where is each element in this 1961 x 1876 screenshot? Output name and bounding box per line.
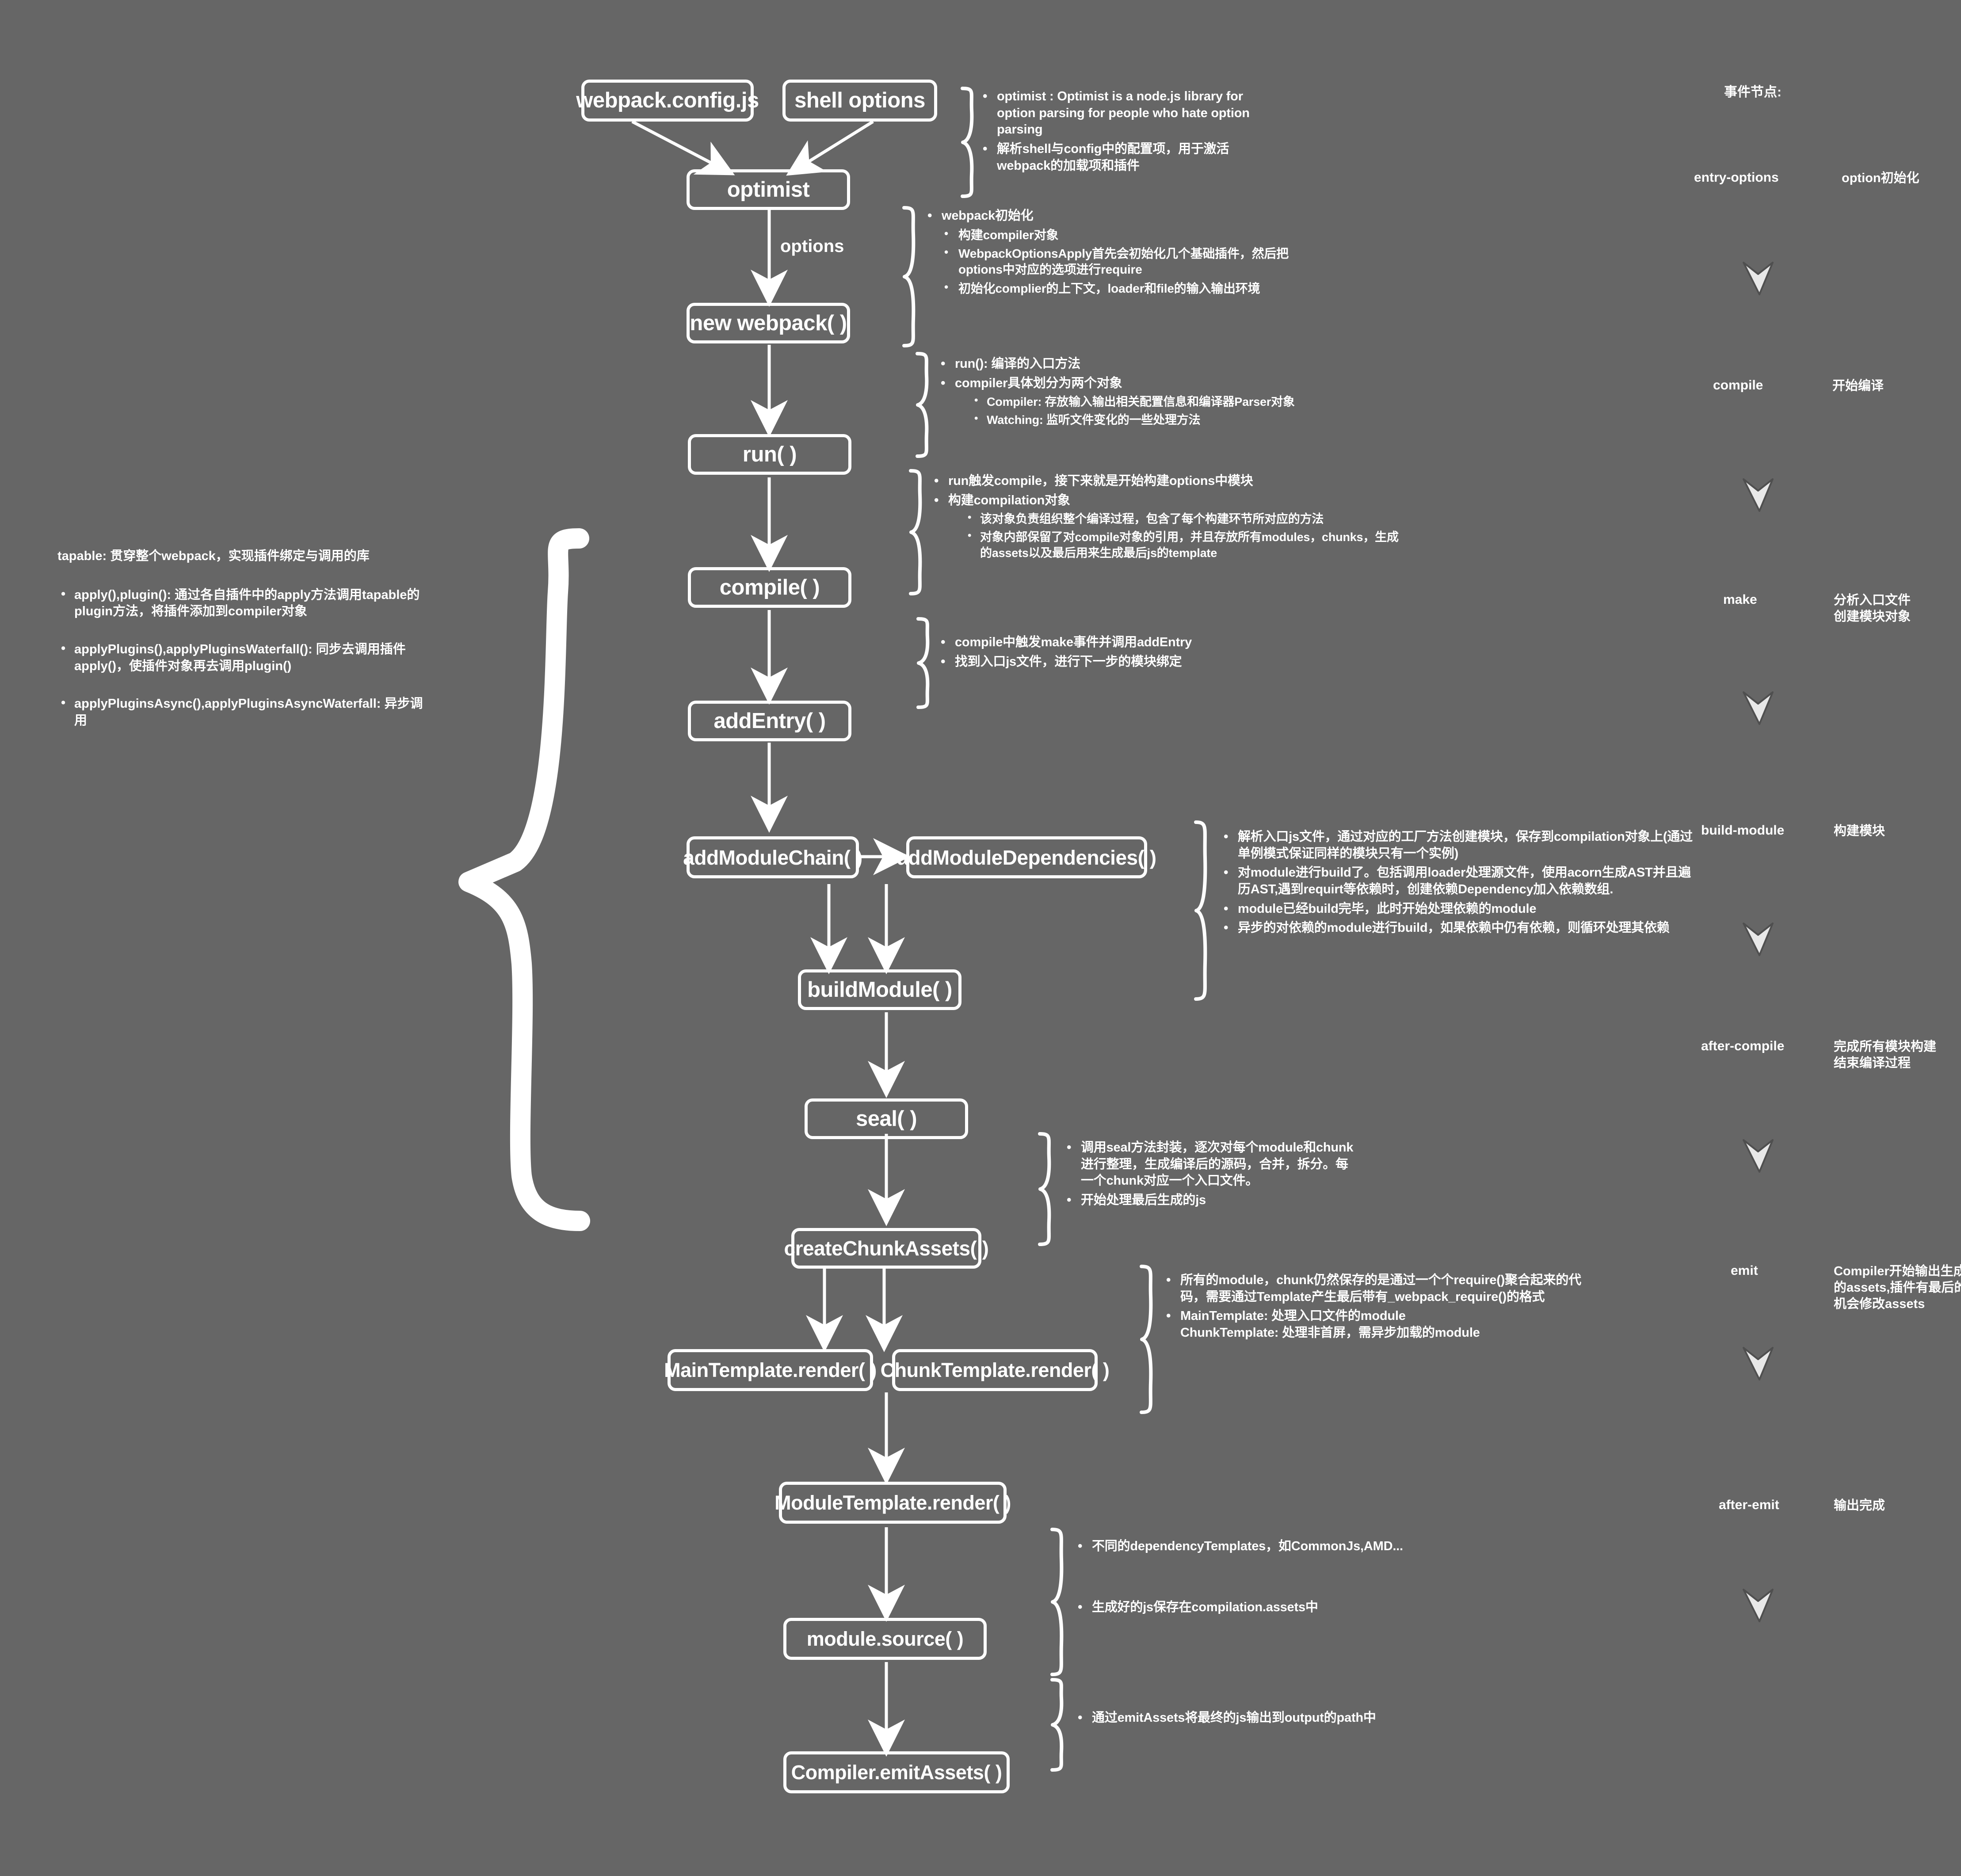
- annotation-item: 异步的对依赖的module进行build，如果依赖中仍有依赖，则循环处理其依赖: [1220, 919, 1698, 937]
- annotation-item: 构建compilation对象: [931, 492, 1404, 509]
- event-desc-after-emit: 输出完成: [1834, 1499, 1885, 1513]
- annotation-item: 开始处理最后生成的js: [1063, 1191, 1355, 1209]
- chevron-down-icon: [1743, 478, 1774, 512]
- chevron-down-icon: [1743, 1347, 1774, 1380]
- node-optimist[interactable]: optimist: [687, 169, 850, 210]
- event-name-build-module: build-module: [1701, 823, 1785, 838]
- event-desc-compile: 开始编译: [1832, 379, 1884, 393]
- node-new-webpack[interactable]: new webpack( ): [687, 303, 850, 343]
- annotation-item: run触发compile，接下来就是开始构建options中模块: [931, 472, 1404, 490]
- node-add-module-dependencies[interactable]: addModuleDependencies( ): [897, 836, 1156, 878]
- annotation-run: run(): 编译的入口方法 compiler具体划分为两个对象 Compile…: [937, 355, 1379, 431]
- node-webpack-config[interactable]: webpack.config.js: [576, 80, 759, 122]
- tapable-heading: tapable: 贯穿整个webpack，实现插件绑定与调用的库: [57, 549, 370, 563]
- node-shell-options[interactable]: shell options: [782, 80, 937, 122]
- annotation-item: WebpackOptionsApply首先会初始化几个基础插件，然后把optio…: [924, 245, 1313, 278]
- annotation-item: 对象内部保留了对compile对象的引用，并且存放所有modules，chunk…: [931, 529, 1404, 561]
- annotation-item: 构建compiler对象: [924, 226, 1313, 243]
- annotation-item: 调用seal方法封装，逐次对每个module和chunk进行整理，生成编译后的源…: [1063, 1139, 1355, 1190]
- annotation-item: 初始化complier的上下文，loader和file的输入输出环境: [924, 280, 1313, 297]
- tapable-brace-icon: [458, 528, 590, 1231]
- tapable-item: applyPluginsAsync(),applyPluginsAsyncWat…: [57, 695, 429, 729]
- annotation-seal: 调用seal方法封装，逐次对每个module和chunk进行整理，生成编译后的源…: [1063, 1139, 1355, 1212]
- node-compile[interactable]: compile( ): [688, 567, 851, 608]
- event-desc-make: 分析入口文件 创建模块对象: [1834, 593, 1911, 624]
- node-add-module-chain[interactable]: addModuleChain( ): [683, 836, 862, 878]
- chevron-down-icon: [1743, 1589, 1774, 1622]
- node-create-chunk-assets[interactable]: createChunkAssets( ): [784, 1228, 989, 1269]
- event-name-after-compile: after-compile: [1701, 1039, 1785, 1053]
- annotation-create-chunk-assets: 所有的module，chunk仍然保存的是通过一个个require()聚合起来的…: [1163, 1271, 1605, 1344]
- event-desc-build-module: 构建模块: [1834, 824, 1885, 838]
- annotation-item: optimist : Optimist is a node.js library…: [979, 88, 1262, 138]
- chevron-down-icon: [1743, 1139, 1774, 1173]
- annotation-new-webpack: webpack初始化 构建compiler对象 WebpackOptionsAp…: [924, 207, 1313, 299]
- event-name-after-emit: after-emit: [1719, 1498, 1779, 1512]
- annotation-add-entry: compile中触发make事件并调用addEntry 找到入口js文件，进行下…: [937, 633, 1282, 673]
- annotation-optimist: optimist : Optimist is a node.js library…: [979, 88, 1262, 177]
- event-desc-after-compile: 完成所有模块构建 结束编译过程: [1834, 1040, 1937, 1071]
- annotation-item: run(): 编译的入口方法: [937, 355, 1379, 373]
- edge-label-options: options: [780, 236, 844, 256]
- node-seal[interactable]: seal( ): [805, 1098, 968, 1139]
- chevron-down-icon: [1743, 262, 1774, 295]
- event-name-emit: emit: [1731, 1263, 1758, 1278]
- annotation-item: 通过emitAssets将最终的js输出到output的path中: [1074, 1709, 1516, 1727]
- annotation-build-module: 解析入口js文件，通过对应的工厂方法创建模块，保存到compilation对象上…: [1220, 828, 1698, 939]
- event-desc-emit: Compiler开始输出生成的assets,插件有最后的机会修改assets: [1834, 1264, 1961, 1312]
- annotation-item: 找到入口js文件，进行下一步的模块绑定: [937, 653, 1282, 671]
- chevron-down-icon: [1743, 923, 1774, 956]
- annotation-emit-assets: 通过emitAssets将最终的js输出到output的path中: [1074, 1709, 1516, 1729]
- node-run[interactable]: run( ): [688, 434, 851, 475]
- event-name-compile: compile: [1713, 378, 1763, 393]
- chevron-down-icon: [1743, 691, 1774, 725]
- annotation-item: Compiler: 存放输入输出相关配置信息和编译器Parser对象: [937, 393, 1379, 410]
- annotation-item: 该对象负责组织整个编译过程，包含了每个构建环节所对应的方法: [931, 511, 1404, 527]
- annotation-item: 对module进行build了。包括调用loader处理源文件，使用acorn生…: [1220, 864, 1698, 898]
- annotation-compile: run触发compile，接下来就是开始构建options中模块 构建compi…: [931, 472, 1404, 564]
- annotation-item: compiler具体划分为两个对象: [937, 374, 1379, 392]
- node-main-template-render[interactable]: MainTemplate.render( ): [664, 1349, 877, 1391]
- annotation-item: MainTemplate: 处理入口文件的module ChunkTemplat…: [1163, 1307, 1605, 1341]
- annotation-item: Watching: 监听文件变化的一些处理方法: [937, 412, 1379, 428]
- node-module-template-render[interactable]: ModuleTemplate.render( ): [774, 1482, 1011, 1524]
- node-compiler-emit-assets[interactable]: Compiler.emitAssets( ): [783, 1751, 1010, 1793]
- node-chunk-template-render[interactable]: ChunkTemplate.render( ): [881, 1349, 1110, 1391]
- tapable-item: applyPlugins(),applyPluginsWaterfall(): …: [57, 641, 429, 675]
- diagram-canvas: webpack.config.js shell options optimist…: [0, 0, 1961, 1876]
- annotation-item: 所有的module，chunk仍然保存的是通过一个个require()聚合起来的…: [1163, 1271, 1605, 1305]
- annotation-item: 解析入口js文件，通过对应的工厂方法创建模块，保存到compilation对象上…: [1220, 828, 1698, 862]
- event-name-make: make: [1723, 592, 1757, 607]
- tapable-item: apply(),plugin(): 通过各自插件中的apply方法调用tapab…: [57, 586, 429, 620]
- node-build-module[interactable]: buildModule( ): [798, 969, 961, 1010]
- events-heading: 事件节点:: [1724, 85, 1782, 99]
- annotation-item: 生成好的js保存在compilation.assets中: [1074, 1598, 1516, 1616]
- event-desc-entry-options: option初始化: [1842, 171, 1919, 185]
- node-add-entry[interactable]: addEntry( ): [688, 701, 851, 741]
- tapable-notes: tapable: 贯穿整个webpack，实现插件绑定与调用的库 apply()…: [57, 548, 429, 751]
- annotation-module-template: 不同的dependencyTemplates，如CommonJs,AMD... …: [1074, 1537, 1516, 1618]
- annotation-item: 解析shell与config中的配置项，用于激活webpack的加载项和插件: [979, 140, 1262, 174]
- annotation-item: module已经build完毕，此时开始处理依赖的module: [1220, 900, 1698, 918]
- annotation-item: 不同的dependencyTemplates，如CommonJs,AMD...: [1074, 1537, 1516, 1555]
- annotation-item: compile中触发make事件并调用addEntry: [937, 633, 1282, 651]
- node-module-source[interactable]: module.source( ): [783, 1618, 987, 1660]
- annotation-item: webpack初始化: [924, 207, 1313, 225]
- event-name-entry-options: entry-options: [1694, 170, 1779, 185]
